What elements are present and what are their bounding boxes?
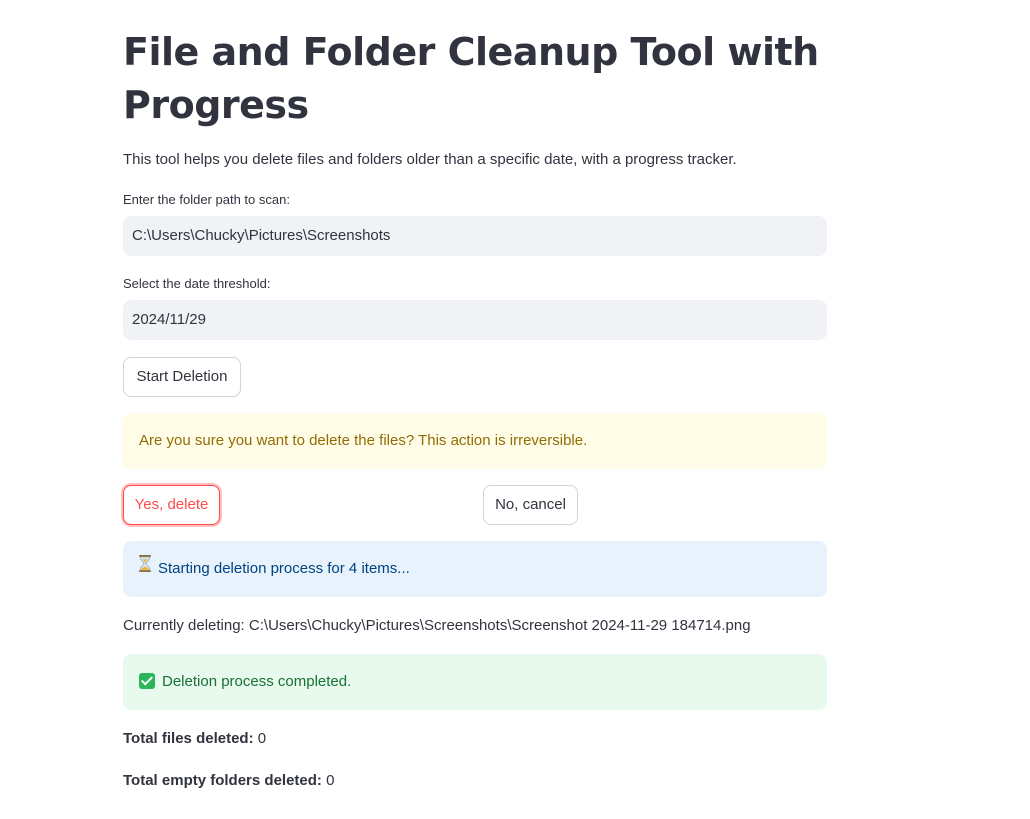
info-alert-text: Starting deletion process for 4 items...: [158, 560, 410, 577]
folders-deleted-stat: Total empty folders deleted: 0: [123, 771, 334, 791]
success-alert-text: Deletion process completed.: [162, 673, 352, 690]
success-alert: Deletion process completed.: [123, 654, 827, 710]
page-description: This tool helps you delete files and fol…: [123, 151, 737, 168]
current-file-status: Currently deleting: C:\Users\Chucky\Pict…: [123, 617, 751, 634]
date-threshold-label: Select the date threshold:: [123, 276, 271, 291]
files-deleted-value: 0: [257, 730, 267, 747]
files-deleted-label: Total files deleted:: [123, 730, 254, 747]
confirm-delete-button[interactable]: Yes, delete: [123, 485, 220, 525]
cancel-button[interactable]: No, cancel: [483, 485, 578, 525]
check-icon: [139, 672, 155, 689]
folders-deleted-value: 0: [326, 772, 335, 789]
date-threshold-input[interactable]: 2024/11/29: [123, 300, 827, 340]
info-alert: Starting deletion process for 4 items...: [123, 541, 827, 597]
folder-path-input[interactable]: C:\Users\Chucky\Pictures\Screenshots: [123, 216, 827, 256]
warning-alert-text: Are you sure you want to delete the file…: [139, 432, 588, 449]
folders-deleted-label: Total empty folders deleted:: [123, 772, 322, 789]
start-deletion-button[interactable]: Start Deletion: [123, 357, 241, 397]
folder-path-label: Enter the folder path to scan:: [123, 192, 290, 207]
page-title: File and Folder Cleanup Tool with Progre…: [123, 30, 819, 127]
warning-alert: Are you sure you want to delete the file…: [123, 413, 827, 469]
hourglass-icon: [139, 540, 151, 596]
files-deleted-stat: Total files deleted: 0: [123, 729, 266, 749]
